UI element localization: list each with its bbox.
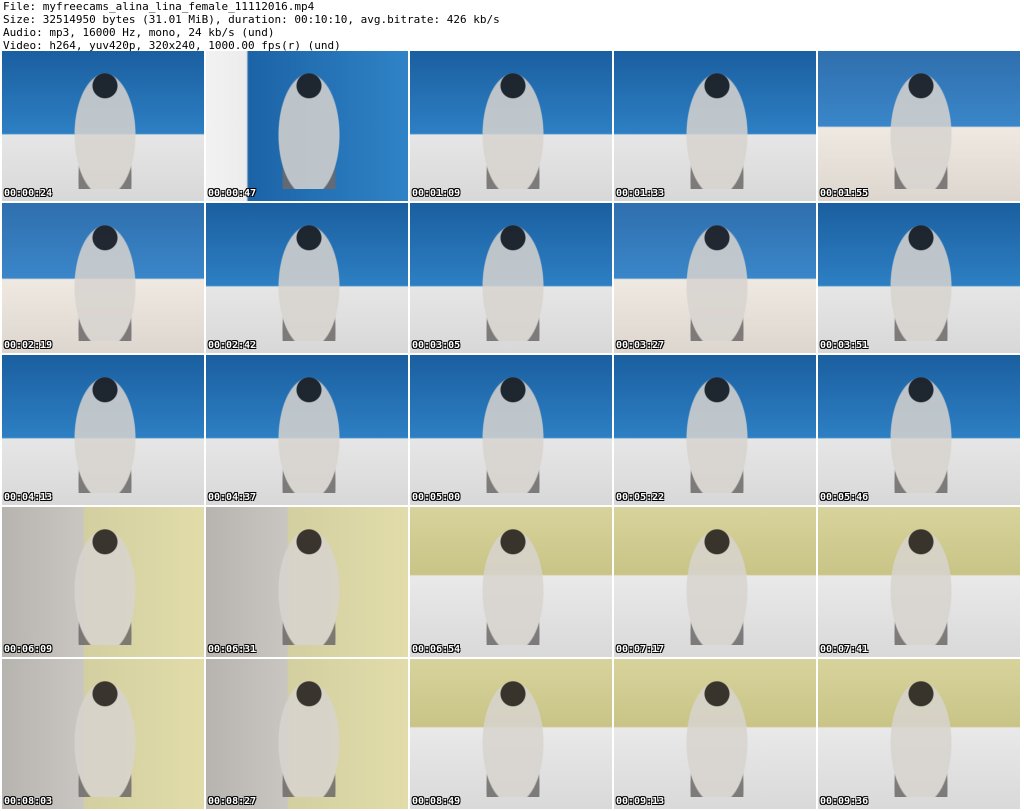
thumbnail-timestamp: 00:01:55 [820, 188, 869, 199]
file-name-line: File: myfreecams_alina_lina_female_11112… [3, 0, 315, 13]
thumbnail: 00:01:33 [614, 51, 816, 201]
thumbnail: 00:08:27 [206, 659, 408, 809]
thumbnail-frame-image [684, 69, 750, 189]
thumbnail-timestamp: 00:00:24 [4, 188, 53, 199]
thumbnail-timestamp: 00:04:37 [208, 492, 257, 503]
file-info-header: File: myfreecams_alina_lina_female_11112… [3, 0, 500, 52]
thumbnail-frame-image [72, 525, 138, 645]
thumbnail: 00:05:00 [410, 355, 612, 505]
thumbnail-timestamp: 00:06:54 [412, 644, 461, 655]
thumbnail: 00:06:09 [2, 507, 204, 657]
thumbnail-timestamp: 00:06:09 [4, 644, 53, 655]
thumbnail-timestamp: 00:03:05 [412, 340, 461, 351]
thumbnail-frame-image [684, 525, 750, 645]
thumbnail-timestamp: 00:01:33 [616, 188, 665, 199]
audio-info-line: Audio: mp3, 16000 Hz, mono, 24 kb/s (und… [3, 26, 275, 39]
thumbnail-timestamp: 00:08:27 [208, 796, 257, 807]
thumbnail: 00:00:24 [2, 51, 204, 201]
thumbnail-frame-image [480, 221, 546, 341]
thumbnail-frame-image [72, 221, 138, 341]
thumbnail: 00:02:19 [2, 203, 204, 353]
thumbnail-timestamp: 00:00:47 [208, 188, 257, 199]
thumbnail-frame-image [888, 69, 954, 189]
thumbnail: 00:04:13 [2, 355, 204, 505]
thumbnail: 00:03:51 [818, 203, 1020, 353]
thumbnail: 00:07:17 [614, 507, 816, 657]
thumbnail-frame-image [276, 525, 342, 645]
thumbnail-timestamp: 00:03:51 [820, 340, 869, 351]
thumbnail-timestamp: 00:07:17 [616, 644, 665, 655]
thumbnail-grid: 00:00:24 00:00:47 00:01:09 00:01:33 00:0… [2, 51, 1020, 809]
thumbnail-frame-image [480, 69, 546, 189]
thumbnail-frame-image [480, 677, 546, 797]
thumbnail-timestamp: 00:09:36 [820, 796, 869, 807]
thumbnail-timestamp: 00:05:22 [616, 492, 665, 503]
thumbnail-timestamp: 00:02:19 [4, 340, 53, 351]
thumbnail: 00:03:05 [410, 203, 612, 353]
thumbnail: 00:01:55 [818, 51, 1020, 201]
thumbnail: 00:05:22 [614, 355, 816, 505]
thumbnail-timestamp: 00:05:46 [820, 492, 869, 503]
thumbnail-timestamp: 00:03:27 [616, 340, 665, 351]
thumbnail-timestamp: 00:01:09 [412, 188, 461, 199]
thumbnail: 00:00:47 [206, 51, 408, 201]
thumbnail: 00:07:41 [818, 507, 1020, 657]
thumbnail: 00:04:37 [206, 355, 408, 505]
thumbnail-frame-image [684, 677, 750, 797]
thumbnail: 00:08:49 [410, 659, 612, 809]
thumbnail-frame-image [480, 525, 546, 645]
file-size-line: Size: 32514950 bytes (31.01 MiB), durati… [3, 13, 500, 26]
thumbnail: 00:03:27 [614, 203, 816, 353]
thumbnail-frame-image [888, 525, 954, 645]
thumbnail-frame-image [72, 69, 138, 189]
thumbnail: 00:01:09 [410, 51, 612, 201]
thumbnail: 00:08:03 [2, 659, 204, 809]
thumbnail: 00:02:42 [206, 203, 408, 353]
thumbnail: 00:06:31 [206, 507, 408, 657]
thumbnail-timestamp: 00:07:41 [820, 644, 869, 655]
thumbnail-timestamp: 00:08:49 [412, 796, 461, 807]
thumbnail-frame-image [276, 677, 342, 797]
thumbnail: 00:06:54 [410, 507, 612, 657]
thumbnail-frame-image [276, 373, 342, 493]
thumbnail-frame-image [72, 677, 138, 797]
thumbnail-timestamp: 00:08:03 [4, 796, 53, 807]
thumbnail-frame-image [888, 221, 954, 341]
thumbnail-frame-image [276, 69, 342, 189]
thumbnail-timestamp: 00:04:13 [4, 492, 53, 503]
thumbnail-frame-image [684, 221, 750, 341]
thumbnail: 00:09:13 [614, 659, 816, 809]
thumbnail-frame-image [276, 221, 342, 341]
thumbnail-timestamp: 00:06:31 [208, 644, 257, 655]
thumbnail-frame-image [888, 677, 954, 797]
thumbnail-frame-image [480, 373, 546, 493]
thumbnail-frame-image [72, 373, 138, 493]
thumbnail-timestamp: 00:09:13 [616, 796, 665, 807]
thumbnail-timestamp: 00:02:42 [208, 340, 257, 351]
thumbnail: 00:09:36 [818, 659, 1020, 809]
thumbnail-frame-image [684, 373, 750, 493]
thumbnail-frame-image [888, 373, 954, 493]
thumbnail-timestamp: 00:05:00 [412, 492, 461, 503]
thumbnail: 00:05:46 [818, 355, 1020, 505]
